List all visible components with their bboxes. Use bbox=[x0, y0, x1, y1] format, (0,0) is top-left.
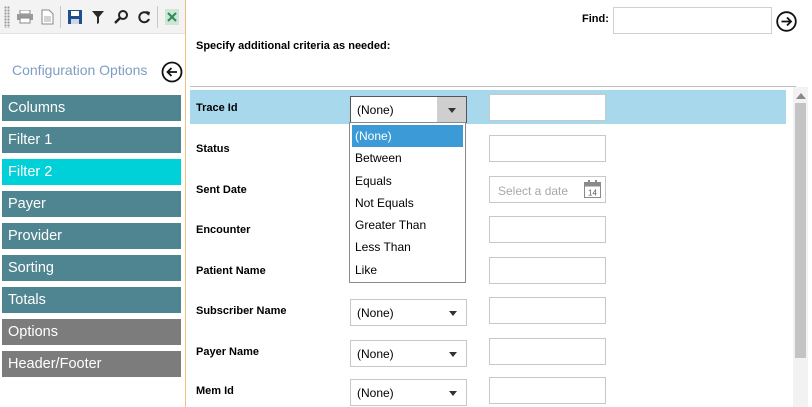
scrollbar-thumb[interactable] bbox=[795, 103, 806, 358]
vertical-scrollbar[interactable] bbox=[793, 87, 808, 407]
back-arrow-icon[interactable] bbox=[161, 61, 183, 83]
value-input[interactable] bbox=[489, 297, 606, 324]
divider bbox=[190, 86, 796, 87]
value-input[interactable] bbox=[489, 94, 606, 121]
value-input[interactable] bbox=[489, 338, 606, 365]
value-input[interactable] bbox=[489, 216, 606, 243]
field-label: Sent Date bbox=[196, 184, 247, 196]
operator-select[interactable]: (None) bbox=[350, 96, 467, 123]
configuration-nav: Columns Filter 1 Filter 2 Payer Provider… bbox=[2, 95, 181, 383]
toolbar-grip[interactable] bbox=[4, 6, 10, 28]
criteria-instructions: Specify additional criteria as needed: bbox=[196, 40, 391, 52]
date-placeholder: Select a date bbox=[498, 184, 569, 198]
operator-select[interactable]: (None) bbox=[350, 340, 467, 367]
save-icon[interactable] bbox=[66, 8, 84, 26]
find-input[interactable] bbox=[613, 7, 772, 34]
operator-select[interactable]: (None) bbox=[350, 299, 467, 326]
sidebar-item-filter-2[interactable]: Filter 2 bbox=[2, 159, 181, 185]
filter-icon[interactable] bbox=[89, 8, 107, 26]
sidebar-item-columns[interactable]: Columns bbox=[2, 95, 181, 121]
operator-value: (None) bbox=[357, 306, 394, 320]
criteria-row-patient-name: Patient Name bbox=[190, 253, 786, 287]
operator-select[interactable]: (None) bbox=[350, 379, 467, 406]
field-label: Status bbox=[196, 143, 230, 155]
criteria-row-encounter: Encounter bbox=[190, 212, 786, 246]
dropdown-option-not-equals[interactable]: Not Equals bbox=[350, 192, 465, 214]
criteria-row-payer-name: Payer Name (None) bbox=[190, 334, 786, 368]
excel-icon[interactable] bbox=[163, 8, 181, 26]
chevron-down-icon bbox=[449, 391, 457, 396]
left-panel: Configuration Options Columns Filter 1 F… bbox=[0, 0, 185, 407]
criteria-row-trace-id[interactable]: Trace Id (None) bbox=[190, 90, 786, 124]
criteria-row-subscriber-name: Subscriber Name (None) bbox=[190, 293, 786, 327]
dropdown-option-like[interactable]: Like bbox=[350, 259, 465, 281]
sidebar-item-filter-1[interactable]: Filter 1 bbox=[2, 127, 181, 153]
sidebar-item-header-footer[interactable]: Header/Footer bbox=[2, 351, 181, 377]
field-label: Trace Id bbox=[196, 102, 238, 114]
scroll-up-icon[interactable] bbox=[796, 93, 806, 99]
date-picker[interactable]: Select a date 14 bbox=[489, 176, 606, 203]
toolbar-separator bbox=[157, 6, 158, 28]
operator-value: (None) bbox=[357, 386, 394, 400]
sidebar-item-sorting[interactable]: Sorting bbox=[2, 255, 181, 281]
operator-value: (None) bbox=[357, 347, 394, 361]
dropdown-option-none[interactable]: (None) bbox=[352, 125, 463, 148]
field-label: Patient Name bbox=[196, 265, 266, 277]
calendar-day: 14 bbox=[588, 189, 597, 198]
dropdown-option-between[interactable]: Between bbox=[350, 147, 465, 169]
field-label: Encounter bbox=[196, 224, 251, 236]
criteria-row-mem-id: Mem Id (None) bbox=[190, 373, 786, 407]
dropdown-option-less-than[interactable]: Less Than bbox=[350, 236, 465, 258]
sidebar-item-payer[interactable]: Payer bbox=[2, 191, 181, 217]
operator-dropdown-list: (None) Between Equals Not Equals Greater… bbox=[349, 122, 466, 283]
dropdown-option-equals[interactable]: Equals bbox=[350, 170, 465, 192]
criteria-row-sent-date: Sent Date Select a date 14 bbox=[190, 172, 786, 206]
configuration-options-title: Configuration Options bbox=[12, 62, 148, 78]
toolbar bbox=[0, 0, 185, 34]
calendar-icon[interactable]: 14 bbox=[584, 180, 601, 198]
chevron-down-icon bbox=[449, 311, 457, 316]
go-arrow-icon[interactable] bbox=[776, 11, 797, 32]
operator-value: (None) bbox=[357, 103, 394, 117]
value-input[interactable] bbox=[489, 377, 606, 404]
printer-icon[interactable] bbox=[16, 8, 34, 26]
field-label: Subscriber Name bbox=[196, 305, 287, 317]
filter-criteria-panel: Find: Specify additional criteria as nee… bbox=[185, 0, 812, 407]
sidebar-item-provider[interactable]: Provider bbox=[2, 223, 181, 249]
sidebar-item-totals[interactable]: Totals bbox=[2, 287, 181, 313]
sidebar-item-options[interactable]: Options bbox=[2, 319, 181, 345]
chevron-down-icon bbox=[448, 108, 456, 113]
dropdown-option-greater-than[interactable]: Greater Than bbox=[350, 214, 465, 236]
value-input[interactable] bbox=[489, 135, 606, 162]
field-label: Mem Id bbox=[196, 385, 234, 397]
search-icon[interactable] bbox=[112, 8, 130, 26]
document-icon[interactable] bbox=[38, 8, 56, 26]
toolbar-separator bbox=[60, 6, 61, 28]
field-label: Payer Name bbox=[196, 346, 259, 358]
value-input[interactable] bbox=[489, 257, 606, 284]
find-label: Find: bbox=[582, 13, 609, 25]
refresh-icon[interactable] bbox=[135, 8, 153, 26]
chevron-down-icon bbox=[449, 352, 457, 357]
criteria-row-status: Status bbox=[190, 131, 786, 165]
